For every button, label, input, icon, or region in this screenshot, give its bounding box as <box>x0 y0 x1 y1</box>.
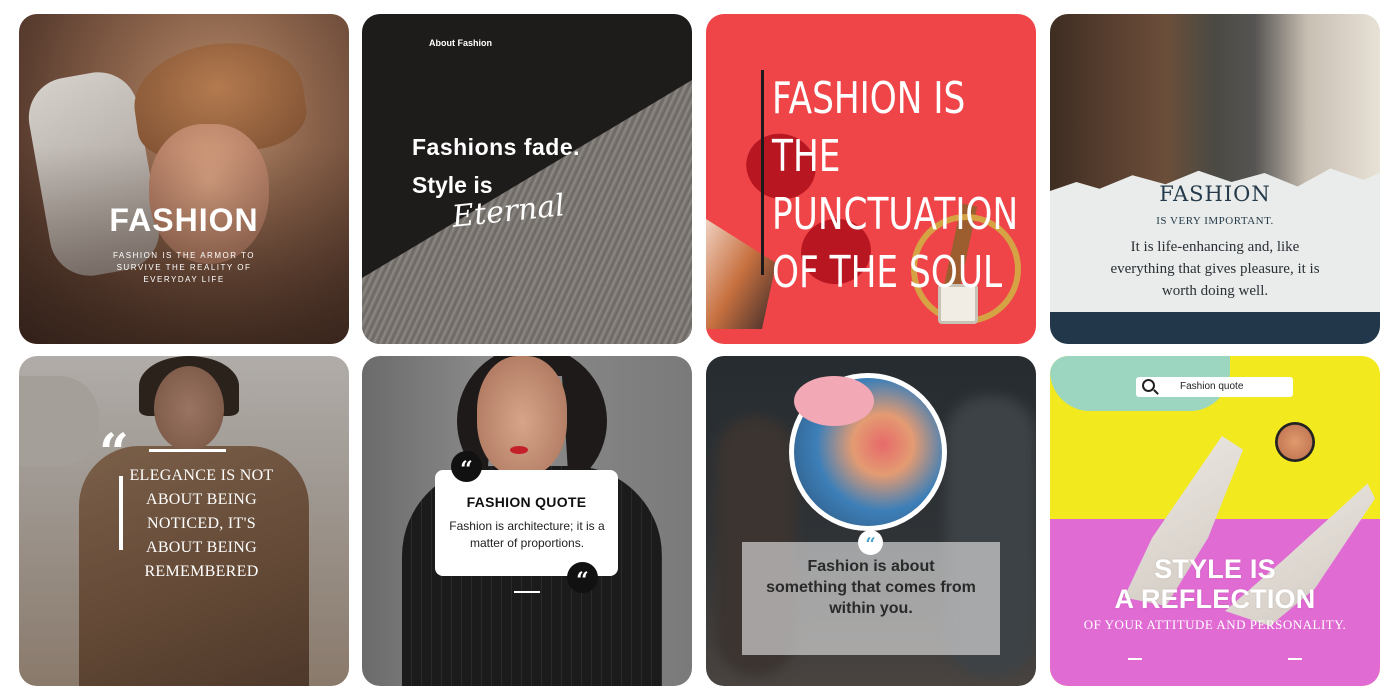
divider-line <box>514 591 540 593</box>
card-subtitle: OF YOUR ATTITUDE AND PERSONALITY. <box>1083 617 1347 632</box>
template-card-fashion-important[interactable]: FASHION IS VERY IMPORTANT. It is life-en… <box>1050 14 1380 344</box>
shoe-photo <box>706 219 776 329</box>
title-line: A REFLECTION <box>1114 584 1316 614</box>
card-subtitle: FASHION IS THE ARMOR TO SURVIVE THE REAL… <box>112 251 256 284</box>
divider-line <box>149 449 226 452</box>
dash-decoration <box>1128 658 1142 660</box>
card-title: FASHION <box>109 202 259 238</box>
quote-open-icon: “ <box>451 451 482 483</box>
accent-bar <box>761 70 764 275</box>
template-grid: FASHION FASHION IS THE ARMOR TO SURVIVE … <box>0 0 1400 700</box>
template-card-fashions-fade[interactable]: About Fashion Fashions fade. Style is Et… <box>362 14 692 344</box>
quote-line: PUNCTUATION <box>772 189 1019 240</box>
search-icon <box>1142 379 1155 392</box>
card-title: FASHION <box>1159 182 1271 206</box>
vertical-rule <box>119 476 123 550</box>
quote-close-icon: “ <box>567 562 598 594</box>
quote-title: FASHION QUOTE <box>466 494 587 510</box>
quote-line: THE <box>772 131 841 182</box>
card-label: About Fashion <box>429 38 492 48</box>
quote-text: ELEGANCE IS NOT ABOUT BEING NOTICED, IT'… <box>129 467 274 580</box>
makeup-compact-photo <box>1275 422 1315 462</box>
template-card-style-reflection[interactable]: Fashion quote STYLE IS A REFLECTION OF Y… <box>1050 356 1380 686</box>
title-line: STYLE IS <box>1154 554 1276 584</box>
quote-mark-icon: “ <box>858 530 883 555</box>
model-face-photo <box>477 356 567 476</box>
search-bar-text: Fashion quote <box>1180 381 1244 392</box>
quote-text: FASHION IS THE PUNCTUATION OF THE SOUL <box>772 70 1019 302</box>
photo-shade-overlay <box>19 14 349 344</box>
card-body: It is life-enhancing and, like everythin… <box>1110 239 1320 299</box>
template-card-elegance[interactable]: “ ELEGANCE IS NOT ABOUT BEING NOTICED, I… <box>19 356 349 686</box>
dash-decoration <box>1288 658 1302 660</box>
card-title: STYLE IS A REFLECTION <box>1050 554 1380 614</box>
pink-hair-photo <box>794 376 874 426</box>
template-card-punctuation-of-soul[interactable]: FASHION IS THE PUNCTUATION OF THE SOUL <box>706 14 1036 344</box>
quote-line-1: Fashions fade. <box>412 134 581 160</box>
quote-text: Fashion is about something that comes fr… <box>766 558 976 617</box>
template-card-fashion-armor[interactable]: FASHION FASHION IS THE ARMOR TO SURVIVE … <box>19 14 349 344</box>
template-card-comes-from-within[interactable]: “ Fashion is about something that comes … <box>706 356 1036 686</box>
red-lips-photo <box>510 446 528 454</box>
quote-line: OF THE SOUL <box>772 247 1003 298</box>
footer-band <box>1050 312 1380 344</box>
card-subtitle: IS VERY IMPORTANT. <box>1156 215 1274 227</box>
quote-line: FASHION IS <box>772 73 966 124</box>
quote-line-2: Style is <box>412 172 493 198</box>
quote-body: Fashion is architecture; it is a matter … <box>449 519 605 550</box>
quote-mark-icon: “ <box>99 423 129 484</box>
template-card-fashion-quote[interactable]: “ FASHION QUOTE Fashion is architecture;… <box>362 356 692 686</box>
